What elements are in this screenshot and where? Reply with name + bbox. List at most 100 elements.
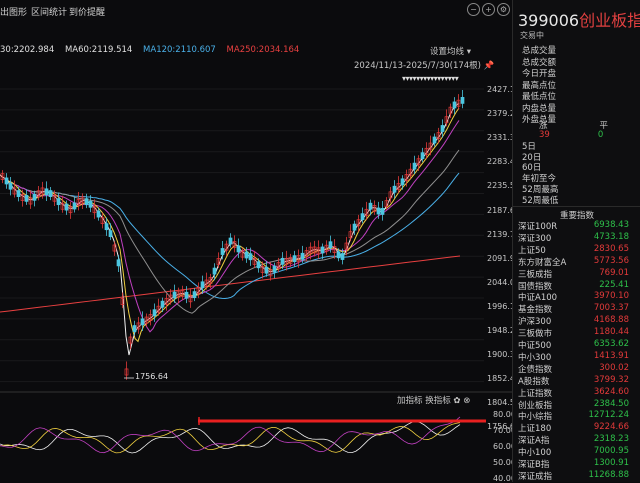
candle bbox=[172, 291, 177, 299]
index-name: 国债指数 bbox=[518, 281, 553, 292]
index-value: 2830.65 bbox=[593, 243, 629, 254]
stat-row: 最低点位 bbox=[522, 92, 557, 102]
candle bbox=[132, 325, 137, 332]
candle bbox=[72, 202, 77, 210]
candle bbox=[228, 237, 233, 245]
index-value: 4733.18 bbox=[593, 231, 629, 242]
index-row[interactable]: 上证50 2830.65 bbox=[518, 244, 640, 256]
candle bbox=[432, 136, 437, 144]
index-value: 225.41 bbox=[599, 279, 629, 290]
candle bbox=[24, 194, 29, 202]
close-icon[interactable]: ⊗ bbox=[463, 396, 470, 406]
stat-row: 总成交额 bbox=[522, 57, 557, 68]
index-value: 7003.37 bbox=[593, 303, 629, 314]
candle bbox=[96, 210, 101, 218]
chart-panel: 出图形 区间统计 到价提醒 − + ⚙ 30:2202.984 MA60:211… bbox=[0, 0, 520, 483]
period-row: 52周最低 bbox=[522, 195, 559, 206]
index-value: 7000.95 bbox=[593, 446, 629, 457]
candle bbox=[84, 198, 89, 206]
index-row[interactable]: 国债指数 225.41 bbox=[518, 280, 640, 292]
index-name: 三板做市 bbox=[518, 329, 553, 340]
candle bbox=[200, 281, 205, 289]
ma-line bbox=[0, 103, 460, 356]
index-row[interactable]: 上证指数 3624.60 bbox=[518, 387, 640, 399]
candle bbox=[264, 266, 269, 274]
index-row[interactable]: 深证B指 1300.91 bbox=[518, 458, 640, 470]
index-row[interactable]: 深证成指 11268.88 bbox=[518, 470, 640, 482]
index-name: 上证指数 bbox=[518, 388, 553, 399]
index-name: 深证成指 bbox=[518, 471, 553, 482]
candle bbox=[392, 185, 397, 193]
indicator-line bbox=[0, 422, 461, 454]
index-row[interactable]: 中证A100 3970.10 bbox=[518, 291, 640, 303]
index-value: 769.01 bbox=[599, 267, 629, 278]
index-row[interactable]: 深证A指 2318.23 bbox=[518, 434, 640, 446]
candle bbox=[336, 251, 341, 259]
index-row[interactable]: 中小300 1413.91 bbox=[518, 351, 640, 363]
index-name: A股指数 bbox=[518, 376, 550, 387]
candle bbox=[184, 291, 189, 299]
index-row[interactable]: 上证180 9224.66 bbox=[518, 422, 640, 434]
stat-row: 今日开盘 bbox=[522, 69, 557, 79]
candle bbox=[44, 188, 49, 196]
quote-panel: 399006创业板指 交易中 总成交量 总成交额 今日开盘 最高点位 最低点位 内盘总量外… bbox=[512, 0, 640, 482]
index-value: 6353.62 bbox=[593, 339, 629, 349]
index-row[interactable]: 中小综指 12712.24 bbox=[518, 410, 640, 422]
index-row[interactable]: 沪深300 4168.88 bbox=[518, 315, 640, 327]
candle bbox=[360, 213, 365, 221]
index-value: 3799.32 bbox=[593, 374, 629, 385]
index-row[interactable]: 创业板指 2384.50 bbox=[518, 399, 640, 411]
index-name: 沪深300 bbox=[518, 317, 552, 328]
candle bbox=[56, 198, 61, 206]
index-row[interactable]: 中证500 6353.62 bbox=[518, 339, 640, 351]
candle bbox=[368, 202, 373, 210]
index-row[interactable]: 东方财富全A 5773.56 bbox=[518, 256, 640, 268]
index-row[interactable]: 基金指数 7003.37 bbox=[518, 303, 640, 315]
index-value: 9224.66 bbox=[593, 422, 629, 433]
index-value: 2384.50 bbox=[593, 398, 629, 409]
candle bbox=[352, 223, 357, 231]
candle bbox=[460, 96, 465, 104]
index-name: 东方财富全A bbox=[518, 257, 567, 268]
index-row[interactable]: A股指数 3799.32 bbox=[518, 375, 640, 387]
candle bbox=[452, 101, 457, 109]
index-row[interactable]: 企债指数 300.02 bbox=[518, 363, 640, 375]
indicator-toggle[interactable]: 加指标 换指标 bbox=[397, 396, 451, 406]
candle bbox=[4, 177, 9, 185]
index-name: 基金指数 bbox=[518, 305, 553, 316]
candlestick-chart[interactable] bbox=[0, 0, 512, 482]
index-value: 6938.43 bbox=[593, 220, 629, 230]
candle bbox=[292, 255, 297, 263]
stat-row: 内盘总量 bbox=[522, 103, 557, 114]
index-name: 中证500 bbox=[518, 341, 552, 351]
index-row[interactable]: 三板成指 769.01 bbox=[518, 268, 640, 280]
index-value: 300.02 bbox=[599, 362, 629, 373]
index-value: 3624.60 bbox=[593, 386, 629, 397]
index-value: 12712.24 bbox=[588, 410, 629, 421]
index-name: 深证B指 bbox=[518, 460, 550, 470]
index-name: 上证180 bbox=[518, 424, 552, 435]
candle bbox=[140, 318, 145, 326]
index-name: 企债指数 bbox=[518, 364, 553, 375]
index-row[interactable]: 深证300 4733.18 bbox=[518, 232, 640, 244]
index-value: 2318.23 bbox=[593, 434, 629, 445]
index-name: 三板成指 bbox=[518, 269, 553, 280]
candle bbox=[244, 251, 249, 259]
index-title: 399006创业板指 bbox=[518, 11, 640, 30]
index-row[interactable]: 深证100R 6938.43 bbox=[518, 220, 640, 232]
index-row[interactable]: 三板做市 1180.44 bbox=[518, 327, 640, 339]
index-name: 创业板指 bbox=[518, 400, 553, 411]
candle bbox=[340, 253, 345, 260]
candle bbox=[220, 248, 225, 255]
candle bbox=[440, 125, 445, 132]
gear-icon[interactable]: ✿ bbox=[453, 396, 460, 406]
candle bbox=[48, 190, 53, 197]
indicator-header: 加指标 换指标 ✿ ⊗ bbox=[397, 394, 470, 406]
index-name: 中小300 bbox=[518, 352, 552, 363]
candle bbox=[328, 241, 333, 249]
index-value: 5773.56 bbox=[593, 255, 629, 266]
index-name: 深证100R bbox=[518, 222, 558, 232]
index-row[interactable]: 中小100 7000.95 bbox=[518, 446, 640, 458]
index-value: 4168.88 bbox=[593, 315, 629, 326]
candle bbox=[248, 253, 253, 261]
